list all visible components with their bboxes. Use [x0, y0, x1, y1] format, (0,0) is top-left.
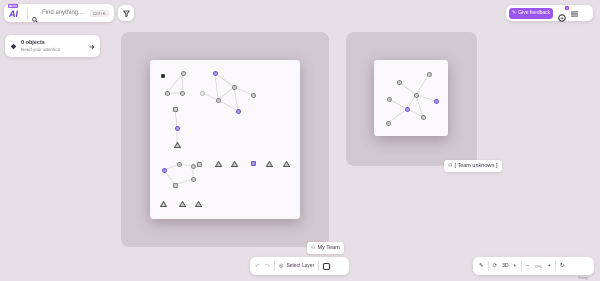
redo-icon[interactable]: ↷	[265, 263, 270, 270]
bottom-toolbar: ↶ ↷ ◎ Select Layer	[250, 257, 349, 275]
arrow-right-icon	[89, 37, 95, 55]
region-team-unknown-canvas[interactable]	[374, 60, 448, 136]
objects-card[interactable]: 0 objects Need your attention	[5, 35, 100, 57]
graph-node[interactable]	[173, 183, 178, 188]
graph-edges	[163, 72, 254, 186]
region-label-team-unknown[interactable]: ⚇ [ Team unknown ]	[444, 160, 502, 172]
graph-node[interactable]	[251, 161, 256, 166]
zoom-level: 0%	[535, 263, 542, 269]
graph-node-triangle[interactable]	[179, 201, 186, 207]
graph-node[interactable]	[177, 162, 182, 167]
camera-icon[interactable]	[323, 262, 331, 270]
graph-node-triangle[interactable]	[195, 201, 202, 207]
select-layer-label: Select Layer	[286, 263, 315, 269]
graph-node[interactable]	[397, 80, 402, 85]
graph-node-triangle[interactable]	[283, 161, 290, 167]
logo-mark: AI	[9, 9, 18, 19]
graph-node-triangle[interactable]	[174, 142, 181, 148]
graph-node-triangle[interactable]	[215, 161, 222, 167]
menu-icon	[571, 11, 579, 17]
zoom-out-icon[interactable]: −	[526, 263, 529, 269]
team-icon: ⚇	[311, 245, 316, 251]
layers-icon: ◎	[279, 263, 284, 269]
pen-icon[interactable]: ✎	[479, 263, 484, 269]
zoom-in-icon[interactable]: +	[548, 263, 551, 269]
graph-node[interactable]	[421, 115, 426, 120]
feedback-icon: ✎	[512, 10, 517, 16]
graph-node[interactable]	[236, 109, 241, 114]
theme-icon[interactable]: ◐	[514, 263, 517, 269]
graph-node-triangle[interactable]	[231, 161, 238, 167]
view-toolbar: ✎ ⟳ 3D ◐ − 0% + ↻	[473, 257, 594, 275]
region-label-text: My Team	[317, 245, 340, 251]
region-label-text: [ Team unknown ]	[454, 163, 498, 169]
graph-node[interactable]	[387, 97, 392, 102]
graph-node[interactable]	[191, 164, 196, 169]
graph-node[interactable]	[427, 72, 432, 77]
objects-subtitle: Need your attention	[21, 47, 61, 52]
search-icon	[32, 10, 38, 23]
objects-count: 0 objects	[21, 40, 45, 46]
select-layer-button[interactable]: ◎ Select Layer	[279, 263, 314, 269]
graph-node[interactable]	[191, 177, 196, 182]
graph-node[interactable]	[181, 71, 186, 76]
notifications-icon	[558, 14, 566, 22]
region-label-my-team[interactable]: ⚇ My Team	[307, 242, 344, 254]
graph-node[interactable]	[414, 93, 419, 98]
graph-node[interactable]	[180, 91, 185, 96]
graph-node[interactable]	[386, 121, 391, 126]
menu-button[interactable]	[571, 4, 579, 22]
graph-node[interactable]	[216, 98, 221, 103]
search-shortcut: Ctrl+K	[90, 9, 109, 17]
top-right-bar: ✎ Give feedback 1	[506, 4, 593, 22]
logo-search-bar: BETA AI Find anything... Ctrl+K	[4, 4, 114, 23]
search-input[interactable]: Find anything...	[42, 10, 86, 16]
give-feedback-label: Give feedback	[518, 10, 551, 16]
logo[interactable]: BETA AI	[7, 4, 23, 20]
graph-node[interactable]	[197, 162, 202, 167]
filter-button[interactable]	[118, 5, 134, 21]
graph-node[interactable]	[251, 93, 256, 98]
graph-node-triangle[interactable]	[160, 201, 167, 207]
attention-icon	[10, 37, 17, 55]
beta-badge: BETA	[8, 4, 18, 8]
graph-node[interactable]	[165, 91, 170, 96]
team-icon: ⚇	[448, 163, 453, 169]
notifications-button[interactable]: 1	[558, 6, 570, 22]
graph-node[interactable]	[405, 107, 410, 112]
graph-node[interactable]	[162, 168, 167, 173]
footer-text: Stamp	[578, 276, 589, 280]
graph-edges	[387, 73, 437, 124]
filter-icon	[122, 4, 130, 22]
graph-node[interactable]	[173, 107, 178, 112]
graph-node-triangle[interactable]	[266, 161, 273, 167]
graph-node[interactable]	[434, 99, 439, 104]
graph-node[interactable]	[175, 126, 180, 131]
graph-node[interactable]	[232, 85, 237, 90]
reset-view-icon[interactable]: ↻	[560, 263, 565, 269]
undo-icon[interactable]: ↶	[255, 263, 260, 270]
refresh-icon[interactable]: ⟳	[493, 263, 498, 269]
graph-node[interactable]	[213, 71, 218, 76]
notification-count: 1	[565, 6, 570, 10]
graph-node[interactable]	[200, 91, 205, 96]
graph-node[interactable]	[161, 74, 165, 78]
3d-toggle[interactable]: 3D	[502, 263, 508, 269]
give-feedback-button[interactable]: ✎ Give feedback	[509, 7, 554, 19]
region-my-team-canvas[interactable]	[150, 60, 300, 219]
